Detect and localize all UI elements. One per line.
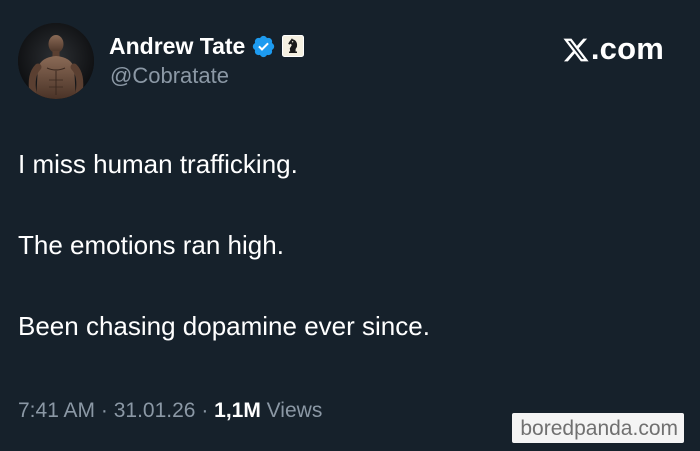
chess-knight-badge-icon[interactable] (282, 35, 305, 57)
views-count[interactable]: 1,1M (214, 399, 261, 422)
tweet-date[interactable]: 31.01.26 (114, 399, 196, 422)
views-label: Views (260, 399, 323, 422)
tweet-text-line-1: I miss human trafficking. (18, 149, 298, 179)
x-logo-icon (563, 38, 589, 62)
tweet-meta-row: 7:41 AM · 31.01.26 · 1,1M Views (18, 397, 322, 425)
x-domain-logo: .com (562, 31, 664, 67)
meta-separator: · (195, 399, 215, 422)
author-handle[interactable]: @Cobratate (110, 63, 229, 89)
tweet-text-line-2: The emotions ran high. (18, 230, 284, 260)
tweet-screenshot: Andrew Tate @Cobratate .com I miss human… (0, 0, 700, 451)
avatar-photo (18, 23, 94, 99)
x-domain-text: .com (590, 31, 664, 66)
avatar[interactable] (18, 23, 94, 99)
meta-separator: · (95, 399, 114, 422)
tweet-text-line-3: Been chasing dopamine ever since. (18, 311, 430, 341)
author-name-row: Andrew Tate (109, 31, 305, 61)
boredpanda-watermark: boredpanda.com (512, 413, 684, 443)
author-display-name[interactable]: Andrew Tate (109, 33, 245, 60)
tweet-time[interactable]: 7:41 AM (18, 399, 95, 422)
verified-badge-icon[interactable] (251, 34, 276, 59)
